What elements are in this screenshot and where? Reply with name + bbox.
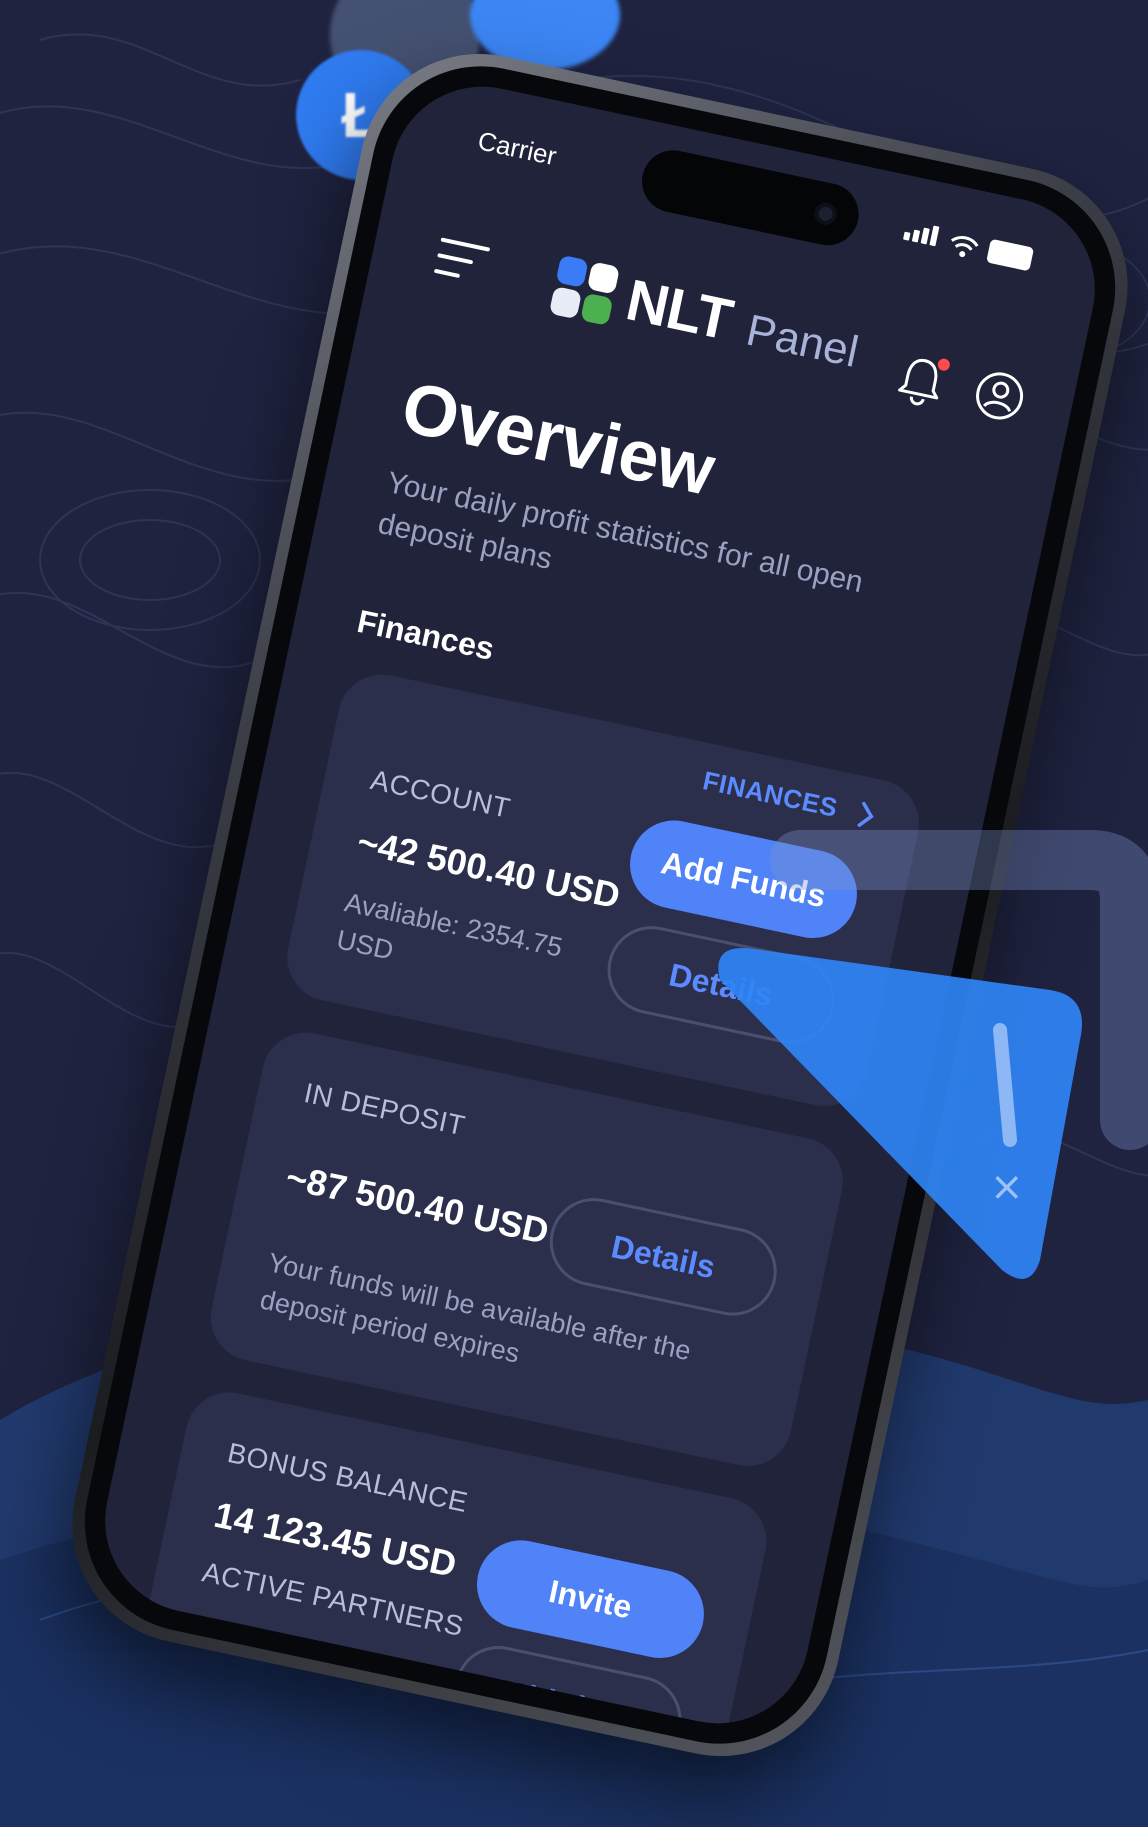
app-logo[interactable]: NLT Panel: [548, 251, 865, 381]
finances-link-label: FINANCES: [700, 765, 841, 823]
bell-icon[interactable]: [893, 352, 951, 410]
signal-icon: [902, 220, 942, 252]
logo-primary-text: NLT: [620, 267, 738, 353]
camera-icon: [812, 200, 839, 227]
status-icons: [902, 220, 1035, 272]
dynamic-island: [636, 144, 865, 251]
menu-icon[interactable]: [431, 237, 491, 294]
floating-triangle-shape: ×: [718, 948, 1082, 1279]
logo-mark-icon: [548, 254, 621, 326]
wifi-icon: [950, 236, 979, 258]
logo-secondary-text: Panel: [742, 305, 863, 377]
svg-text:×: ×: [990, 1164, 1024, 1210]
profile-icon[interactable]: [970, 366, 1029, 425]
deposit-value: ~87 500.40 USD: [282, 1156, 553, 1252]
carrier-label: Carrier: [475, 125, 560, 172]
battery-icon: [986, 238, 1035, 272]
